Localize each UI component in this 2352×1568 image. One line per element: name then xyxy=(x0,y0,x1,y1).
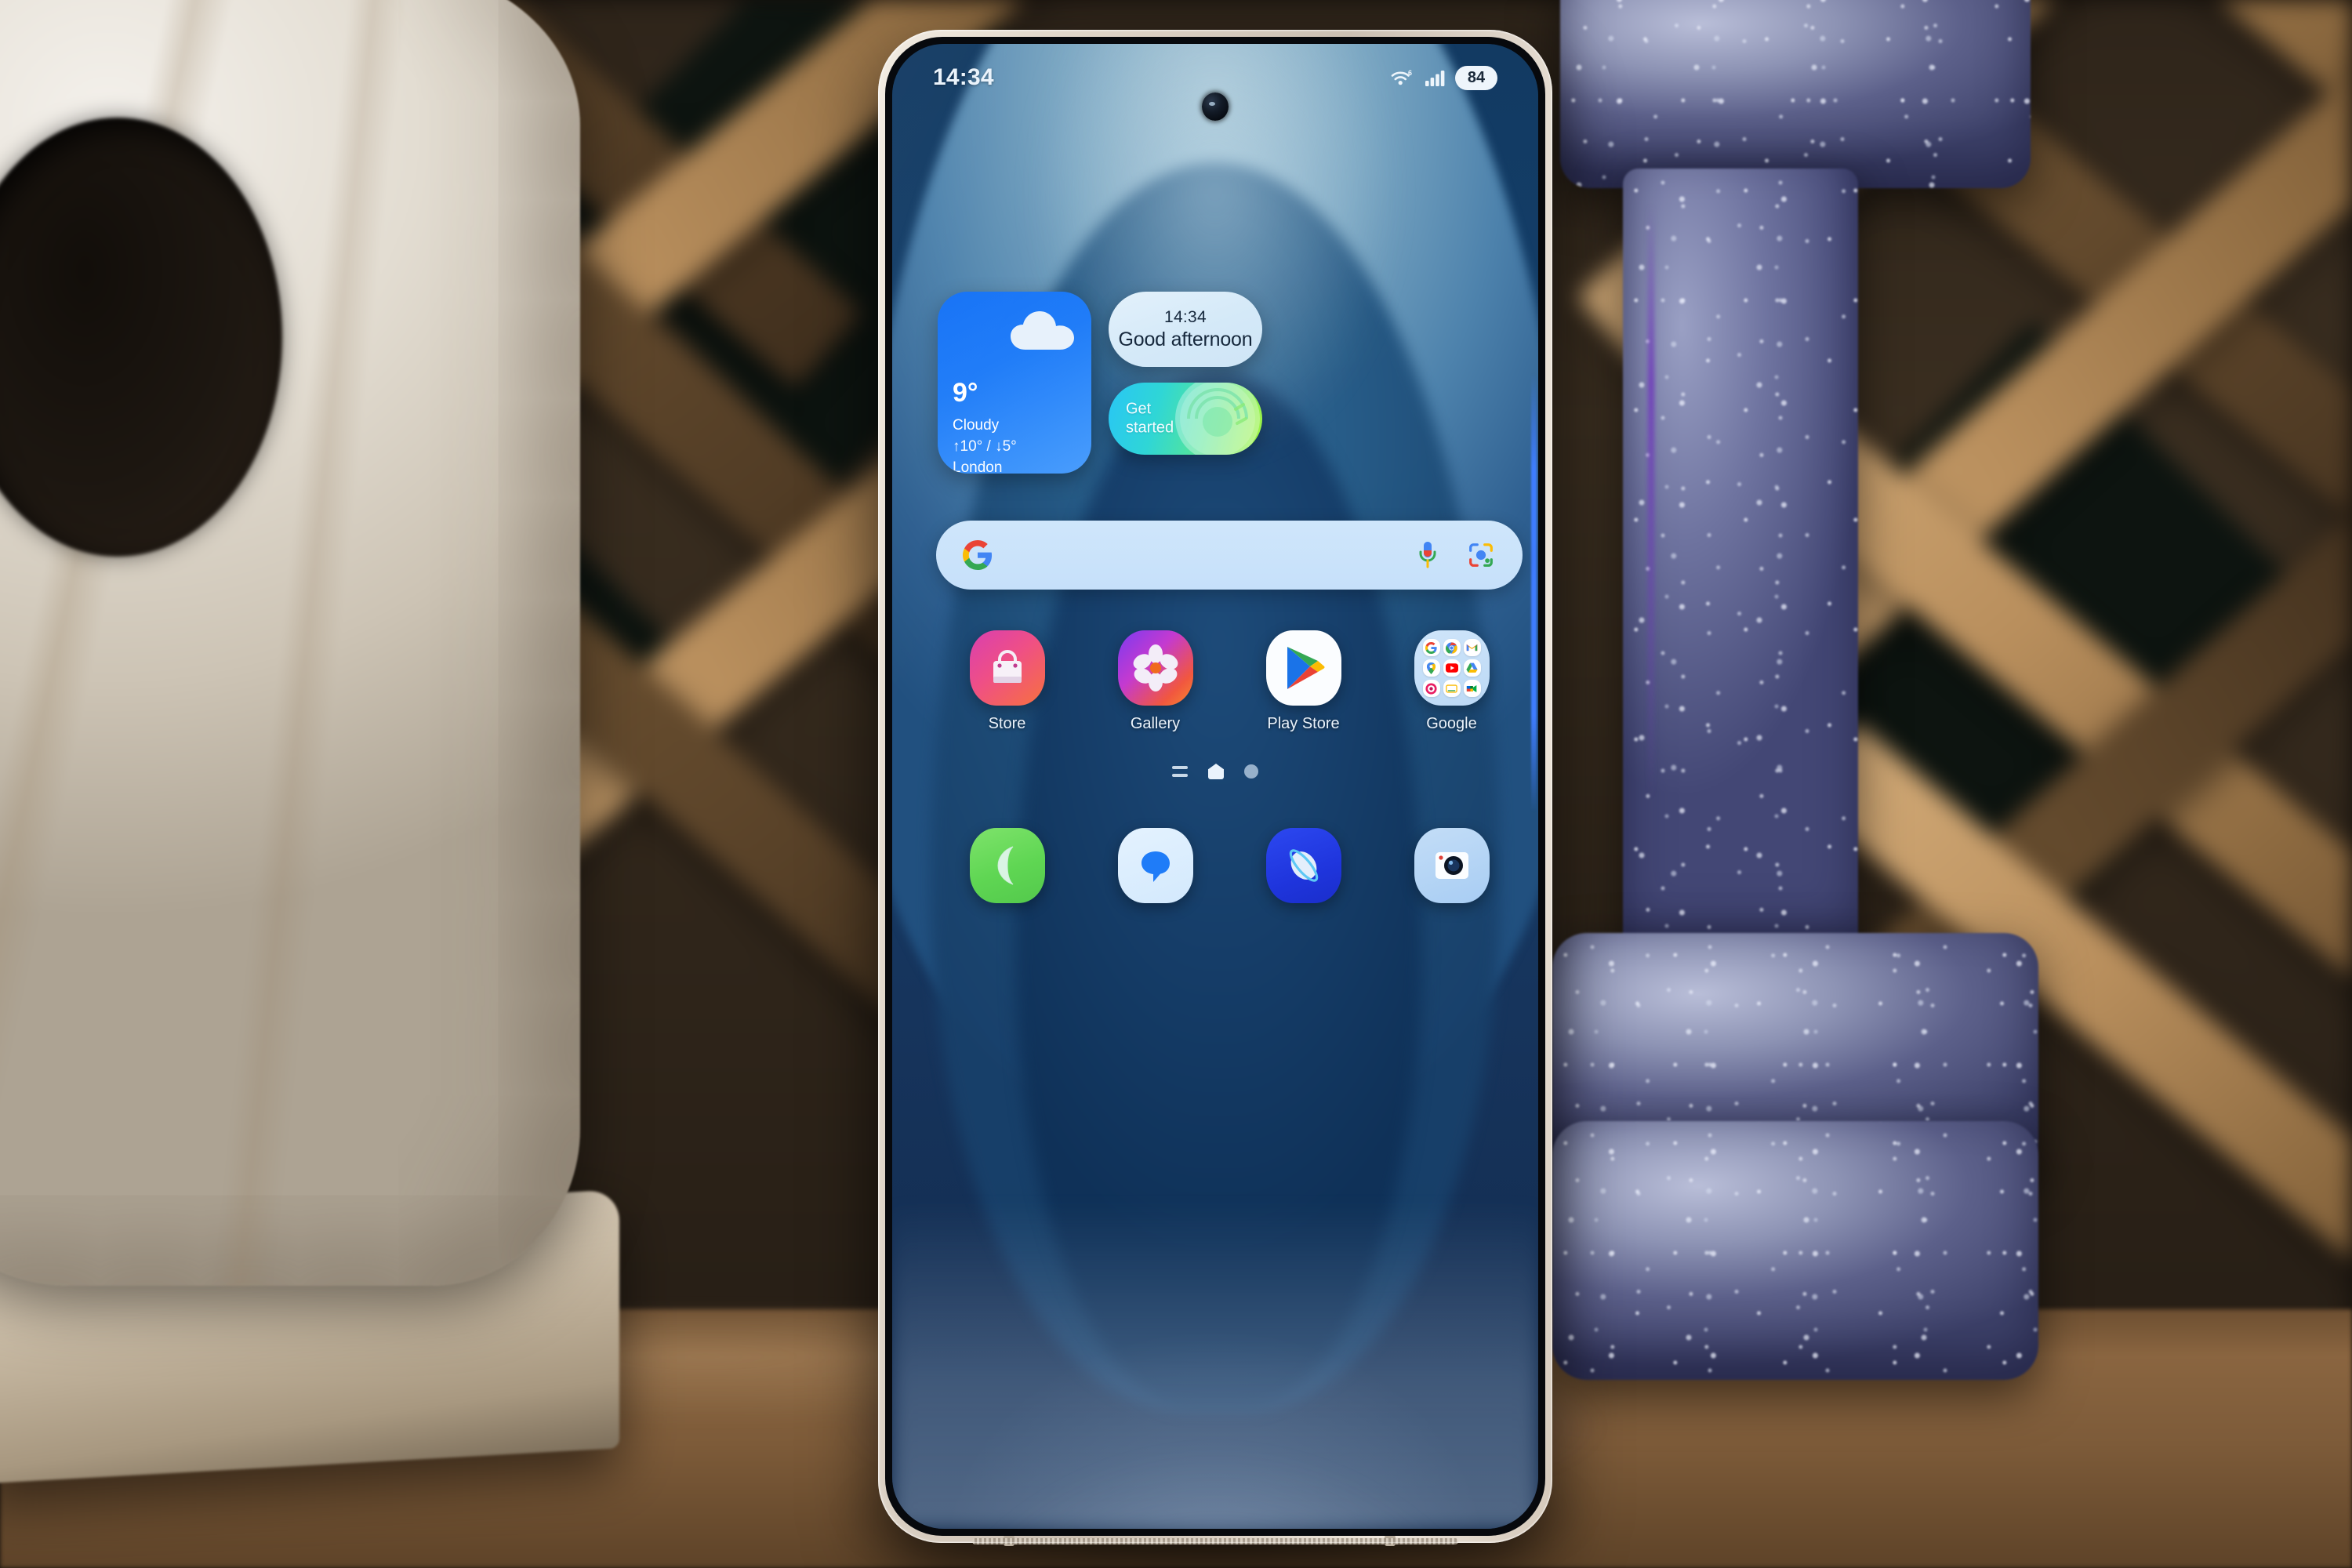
app-gallery[interactable]: Gallery xyxy=(1081,630,1229,733)
meet-icon[interactable] xyxy=(1463,680,1481,697)
play-triangle-icon[interactable] xyxy=(1265,630,1341,706)
chat-bubble-icon[interactable] xyxy=(1117,828,1193,903)
weather-widget[interactable]: 9° Cloudy ↑10° / ↓5° London xyxy=(938,292,1091,474)
cellular-signal-icon xyxy=(1425,71,1445,86)
weather-high-low: ↑10° / ↓5° xyxy=(953,437,1017,455)
get-started-line2: started xyxy=(1126,419,1174,437)
chrome-icon[interactable] xyxy=(1443,639,1461,656)
home-page-icon[interactable] xyxy=(1208,764,1224,779)
planet-orbit-icon[interactable] xyxy=(1265,828,1341,903)
google-search-icon[interactable] xyxy=(1422,639,1440,656)
app-label: Google xyxy=(1426,715,1477,732)
page-indicator xyxy=(892,764,1538,779)
app-folder-icon[interactable] xyxy=(1414,630,1490,706)
wifi-6-icon: 6 xyxy=(1391,69,1412,85)
app-play-store[interactable]: Play Store xyxy=(1229,630,1377,733)
maps-icon[interactable] xyxy=(1422,659,1440,677)
concentric-rings-icon xyxy=(1175,383,1260,455)
dock xyxy=(933,828,1526,903)
phone-screen[interactable]: 14:34 6 84 9° Cloudy ↑10° / ↓5° London 1… xyxy=(892,44,1538,1529)
status-bar-clock: 14:34 xyxy=(933,64,994,90)
weather-condition: Cloudy xyxy=(953,417,1000,434)
gmail-icon[interactable] xyxy=(1463,639,1481,656)
battery-level-text: 84 xyxy=(1467,68,1486,86)
weather-location: London xyxy=(953,459,1003,474)
edge-lighting-glow xyxy=(1531,373,1537,812)
folder-app-grid xyxy=(1419,635,1485,701)
app-folder-google[interactable]: Google xyxy=(1377,630,1526,733)
marble-sculpture xyxy=(0,0,580,1286)
google-lens-icon[interactable] xyxy=(1466,540,1496,570)
get-started-widget[interactable]: Get started xyxy=(1109,383,1262,455)
get-started-line1: Get xyxy=(1126,400,1152,418)
microphone-icon[interactable] xyxy=(1416,539,1439,571)
page-dot-icon[interactable] xyxy=(1244,764,1258,779)
app-label: Play Store xyxy=(1267,715,1340,732)
photos-icon[interactable] xyxy=(1422,680,1440,697)
clock-widget-greeting: Good afternoon xyxy=(1118,328,1253,350)
keep-icon[interactable] xyxy=(1443,680,1461,697)
phone-handset-icon[interactable] xyxy=(969,828,1045,903)
app-grid: Store Gallery Play Store Google xyxy=(933,630,1526,733)
drive-icon[interactable] xyxy=(1463,659,1481,677)
app-store[interactable]: Store xyxy=(933,630,1081,733)
svg-text:6: 6 xyxy=(1408,69,1412,77)
clock-greeting-widget[interactable]: 14:34 Good afternoon xyxy=(1109,292,1262,367)
google-search-bar[interactable] xyxy=(936,521,1523,590)
stone-dumbbell xyxy=(1552,0,2062,1458)
weather-temperature: 9° xyxy=(953,378,978,408)
clock-widget-time: 14:34 xyxy=(1163,307,1207,326)
app-list-icon[interactable] xyxy=(1172,766,1188,777)
speaker-grille xyxy=(972,1538,1458,1544)
app-label: Gallery xyxy=(1130,715,1181,732)
flower-icon[interactable] xyxy=(1117,630,1193,706)
youtube-icon[interactable] xyxy=(1443,659,1461,677)
punch-hole-camera-icon xyxy=(1202,93,1229,121)
wallpaper xyxy=(892,44,1538,1529)
camera-lens-icon[interactable] xyxy=(1414,828,1490,903)
shopping-bag-icon[interactable] xyxy=(969,630,1045,706)
app-label: Store xyxy=(988,715,1026,732)
photo-scene: 14:34 6 84 9° Cloudy ↑10° / ↓5° London 1… xyxy=(0,0,2352,1568)
google-g-icon xyxy=(963,540,993,570)
cloud-icon xyxy=(1011,311,1074,350)
battery-indicator: 84 xyxy=(1455,65,1497,90)
smartphone-device: 14:34 6 84 9° Cloudy ↑10° / ↓5° London 1… xyxy=(878,30,1552,1546)
